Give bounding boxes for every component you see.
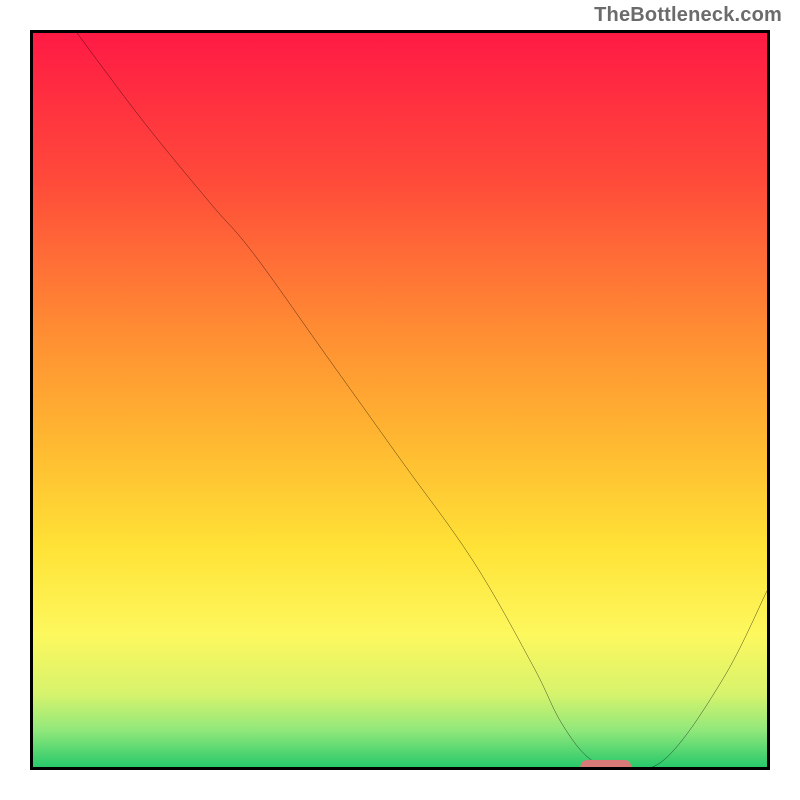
watermark-text: TheBottleneck.com (594, 4, 782, 27)
bottleneck-curve (33, 33, 767, 767)
optimal-range-marker (580, 760, 631, 770)
chart-plot-area (30, 30, 770, 770)
